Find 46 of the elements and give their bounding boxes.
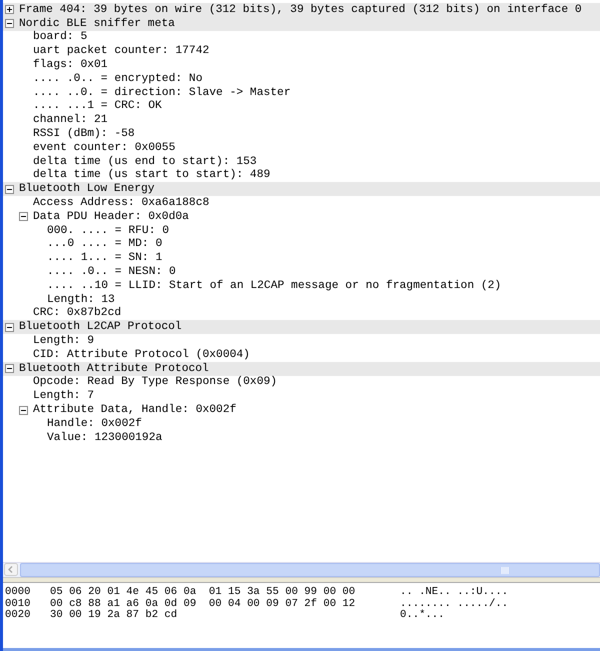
collapse-icon[interactable]: [19, 406, 28, 414]
ascii-text[interactable]: 0..*...: [400, 609, 445, 620]
field-line[interactable]: CID: Attribute Protocol (0x0004): [33, 348, 250, 361]
field-line[interactable]: Data PDU Header: 0x0d0a: [33, 210, 189, 223]
field-line[interactable]: Length: 9: [33, 335, 94, 348]
field-line[interactable]: event counter: 0x0055: [33, 142, 176, 154]
field-line[interactable]: delta time (us end to start): 153: [33, 156, 257, 168]
field-line[interactable]: 000. .... = RFU: 0: [47, 224, 170, 237]
field-line[interactable]: .... .0.. = NESN: 0: [47, 266, 176, 278]
expand-icon[interactable]: [5, 5, 14, 14]
field-line[interactable]: Opcode: Read By Type Response (0x09): [33, 376, 278, 388]
horizontal-scrollbar[interactable]: [3, 562, 600, 577]
collapse-icon[interactable]: [5, 364, 14, 374]
field-line[interactable]: Length: 7: [33, 390, 94, 402]
ascii-text[interactable]: ........ ...../..: [400, 598, 508, 609]
hex-bytes[interactable]: 30 00 19 2a 87 b2 cd: [50, 609, 400, 620]
field-line[interactable]: .... 1... = SN: 1: [47, 252, 162, 264]
field-line[interactable]: CRC: 0x87b2cd: [33, 307, 122, 320]
collapse-icon[interactable]: [19, 212, 28, 222]
hex-offset: 0020: [5, 609, 32, 620]
field-line[interactable]: flags: 0x01: [33, 59, 108, 72]
field-line[interactable]: board: 5: [33, 31, 88, 44]
grip-icon: [501, 566, 509, 574]
protocol-header[interactable]: Bluetooth Low Energy: [19, 183, 155, 196]
ascii-text[interactable]: .. .NE.. ..:U....: [400, 586, 508, 598]
field-line[interactable]: uart packet counter: 17742: [33, 45, 210, 58]
hex-bytes[interactable]: 00 c8 88 a1 a6 0a 0d 09 00 04 00 09 07 2f 00 12: [50, 598, 400, 609]
collapse-icon[interactable]: [5, 184, 14, 194]
field-line[interactable]: .... ..0. = direction: Slave -> Master: [33, 86, 291, 99]
field-line[interactable]: Handle: 0x002f: [47, 418, 142, 430]
hex-offset: 0000: [5, 586, 32, 598]
field-line[interactable]: Access Address: 0xa6a188c8: [33, 197, 210, 210]
field-line[interactable]: ...0 .... = MD: 0: [47, 238, 162, 250]
field-line[interactable]: Value: 123000192a: [47, 432, 162, 444]
field-line[interactable]: .... ..10 = LLID: Start of an L2CAP message or no fragmentation (2): [47, 280, 502, 292]
field-line[interactable]: .... .0.. = encrypted: No: [33, 72, 202, 85]
field-line[interactable]: RSSI (dBm): -58: [33, 128, 135, 140]
field-line[interactable]: .... ...1 = CRC: OK: [33, 100, 162, 112]
field-line[interactable]: Length: 13: [47, 294, 115, 306]
collapse-icon[interactable]: [5, 19, 14, 28]
collapse-icon[interactable]: [5, 322, 14, 332]
field-line[interactable]: delta time (us start to start): 489: [33, 169, 270, 182]
hex-bytes[interactable]: 05 06 20 01 4e 45 06 0a 01 15 3a 55 00 99 00 00: [50, 586, 400, 598]
field-line[interactable]: channel: 21: [33, 114, 108, 126]
hex-offset: 0010: [5, 598, 32, 609]
field-line[interactable]: Attribute Data, Handle: 0x002f: [33, 404, 236, 416]
